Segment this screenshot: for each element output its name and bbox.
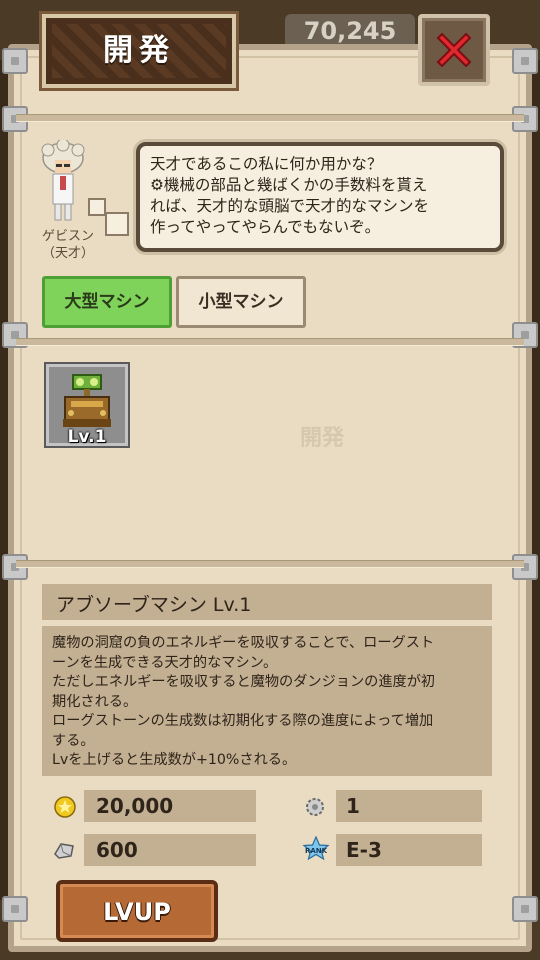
npc-name: ゲビスン （天才） [28,228,108,262]
speech-line: 作ってやってやらんでもないぞ。 [150,218,381,236]
level-up-label: LVUP [103,898,171,926]
description-line: Lvを上げると生成数が+10%される。 [52,752,297,768]
gear-cost: 1 [346,794,360,818]
speech-line: 天才であるこの私に何か用かな？ [150,155,383,173]
tab-large-machine[interactable]: 大型マシン [42,276,172,328]
machine-description: 魔物の洞窟の負のエネルギーを吸収することで、ローグスト ーンを生成できる天才的な… [42,626,492,776]
close-button[interactable] [418,14,490,86]
rank-icon: RANK [302,836,330,861]
divider [16,338,524,346]
gold-cost: 20,000 [96,794,174,818]
tab-small-machine[interactable]: 小型マシン [176,276,306,328]
npc-name-line: （天才） [41,246,94,261]
rivet-icon [2,48,28,74]
description-line: 期化される。 [52,693,138,710]
npc-name-line: ゲビスン [41,229,94,244]
gold-coin-icon [54,796,76,818]
speech-line: ⚙機械の部品と幾ばくかの手数料を貰え [150,176,428,194]
level-up-button[interactable]: LVUP [56,880,218,942]
description-line: ローグストーンの生成数は初期化する際の進度によって増加 [52,713,434,729]
background-score: 70,245 [285,14,415,48]
gear-icon [306,798,324,816]
description-line: する。 [52,732,95,749]
stone-yield: 600 [96,838,138,862]
divider [16,114,524,122]
divider [16,560,524,568]
rank-icon-label: RANK [305,847,328,855]
title-plaque: 開発 [42,14,236,88]
description-line: ただしエネルギーを吸収すると魔物のダンジョンの進度が初 [52,674,436,690]
background-watermark: 開発 [300,426,345,451]
rivet-icon [512,896,538,922]
speech-bubble-tail [105,212,129,236]
machine-level: Lv.1 [67,427,107,447]
machine-name: アブソーブマシン Lv.1 [56,594,252,616]
speech-bubble-tail [88,198,106,216]
machine-slot[interactable]: Lv.1 [46,364,128,447]
speech-bubble: 天才であるこの私に何か用かな？ ⚙機械の部品と幾ばくかの手数料を貰え れば、天才… [136,142,504,252]
rogue-stone-icon [54,843,74,859]
rivet-icon [512,48,538,74]
description-line: ーンを生成できる天才的なマシン。 [52,654,278,671]
speech-line: れば、天才的な頭脳で天才的なマシンを [150,197,430,215]
rivet-icon [2,896,28,922]
description-line: 魔物の洞窟の負のエネルギーを吸収することで、ローグスト [52,635,435,651]
close-icon [436,32,472,68]
rank-value: E-3 [346,838,382,862]
scientist-avatar [41,140,85,221]
page-title: 開発 [103,33,175,68]
